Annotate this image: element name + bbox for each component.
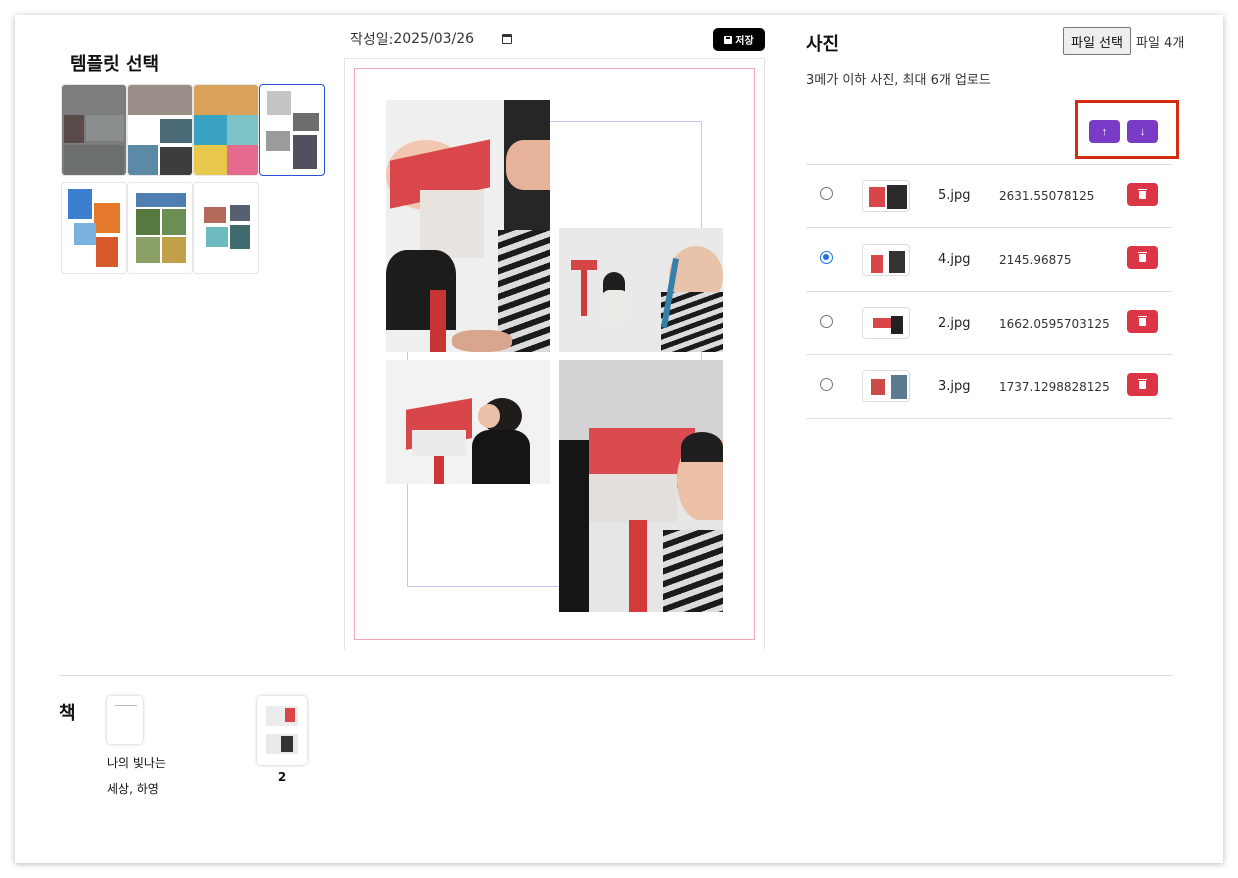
photo-thumbnail [862, 370, 910, 402]
book-title-line-2: 세상, 하영 [107, 782, 159, 796]
delete-photo-button[interactable] [1127, 310, 1158, 333]
template-option-5[interactable] [61, 182, 127, 274]
save-label: 저장 [735, 36, 754, 47]
photo-filename: 2.jpg [938, 316, 971, 331]
canvas-photo-4[interactable] [559, 360, 723, 612]
upload-limit-note: 3메가 이하 사진, 최대 6개 업로드 [806, 73, 991, 88]
book-title-line-1: 나의 빛나는 [107, 756, 167, 770]
cover-title-line [115, 705, 137, 706]
template-option-3[interactable] [193, 84, 259, 176]
book-cover-thumbnail[interactable] [107, 696, 143, 744]
photo-table-divider [806, 164, 1172, 165]
date-label: 작성일: [350, 32, 394, 48]
photo-thumbnail [862, 307, 910, 339]
photo-filename: 3.jpg [938, 379, 971, 394]
arrow-up-icon: ↑ [1101, 125, 1108, 138]
photo-filesize: 2145.96875 [999, 253, 1072, 267]
photo-filename: 5.jpg [938, 188, 971, 203]
photos-section-title: 사진 [806, 34, 840, 55]
row-divider [806, 291, 1172, 292]
photo-filesize: 1662.0595703125 [999, 317, 1110, 331]
photo-select-radio[interactable] [820, 378, 833, 391]
canvas-photo-3[interactable] [386, 360, 550, 484]
trash-icon [1138, 315, 1147, 326]
delete-photo-button[interactable] [1127, 373, 1158, 396]
trash-icon [1138, 188, 1147, 199]
arrow-down-icon: ↓ [1139, 125, 1146, 138]
date-value: 2025/03/26 [393, 31, 475, 47]
template-option-4[interactable] [259, 84, 325, 176]
calendar-icon[interactable] [502, 34, 512, 44]
photo-select-radio[interactable] [820, 251, 833, 264]
trash-icon [1138, 378, 1147, 389]
photo-select-radio[interactable] [820, 315, 833, 328]
canvas-photo-1[interactable] [386, 100, 550, 352]
date-field[interactable]: 작성일: 2025/03/26 [350, 29, 474, 49]
template-option-1[interactable] [61, 84, 127, 176]
book-page-number: 2 [277, 770, 287, 784]
photo-thumbnail [862, 244, 910, 276]
floppy-disk-icon [724, 35, 733, 44]
template-option-7[interactable] [193, 182, 259, 274]
photo-filesize: 2631.55078125 [999, 189, 1095, 203]
book-page-thumbnail[interactable] [257, 696, 307, 765]
row-divider [806, 227, 1172, 228]
photo-filename: 4.jpg [938, 252, 971, 267]
book-cover-title: 나의 빛나는 세상, 하영 [107, 750, 187, 802]
delete-photo-button[interactable] [1127, 246, 1158, 269]
photo-filesize: 1737.1298828125 [999, 380, 1110, 394]
file-select-button[interactable]: 파일 선택 [1063, 27, 1131, 55]
file-count-label: 파일 4개 [1136, 36, 1185, 51]
template-section-title: 템플릿 선택 [70, 54, 160, 75]
move-up-button[interactable]: ↑ [1089, 120, 1120, 143]
save-button[interactable]: 저장 [713, 28, 765, 51]
photo-thumbnail [862, 180, 910, 212]
book-section-divider [59, 675, 1173, 676]
canvas-photo-2[interactable] [559, 228, 723, 352]
template-option-6[interactable] [127, 182, 193, 274]
photo-select-radio[interactable] [820, 187, 833, 200]
move-down-button[interactable]: ↓ [1127, 120, 1158, 143]
delete-photo-button[interactable] [1127, 183, 1158, 206]
trash-icon [1138, 251, 1147, 262]
row-divider [806, 354, 1172, 355]
template-option-2[interactable] [127, 84, 193, 176]
book-section-title: 책 [59, 703, 76, 724]
row-divider [806, 418, 1172, 419]
